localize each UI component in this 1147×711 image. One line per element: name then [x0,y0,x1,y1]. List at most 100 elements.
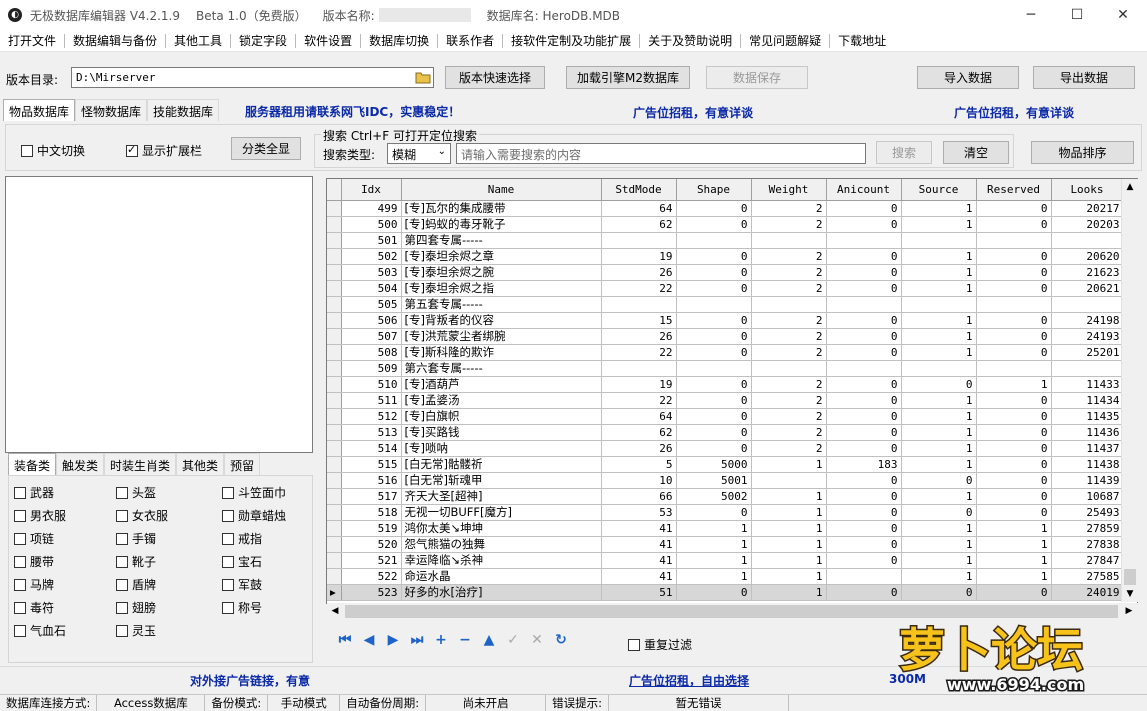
search-button[interactable]: 搜索 [876,141,932,164]
table-cell[interactable]: 517 [341,488,402,505]
table-cell[interactable]: 0 [976,264,1052,281]
table-cell[interactable]: 1 [901,520,977,537]
table-cell[interactable]: 0 [826,312,902,329]
table-cell[interactable]: 0 [676,376,752,393]
row-indicator[interactable] [327,376,342,393]
table-cell[interactable]: 505 [341,296,402,313]
category-listbox[interactable] [5,176,313,453]
menu-db-switch[interactable]: 数据库切换 [361,32,437,49]
table-row[interactable]: 516 [白无常]斩魂甲 10 5001 0 0 0 11439 [327,472,1124,489]
table-cell[interactable]: 0 [676,216,752,233]
table-cell[interactable]: 好多的水[治疗] [401,584,602,601]
category-checkbox[interactable]: 戒指 [222,530,262,547]
table-cell[interactable] [901,232,977,249]
table-cell[interactable]: [专]唢呐 [401,440,602,457]
table-cell[interactable]: 27585 [1051,568,1124,585]
table-cell[interactable]: 510 [341,376,402,393]
table-cell[interactable]: 513 [341,424,402,441]
table-cell[interactable]: 21623 [1051,264,1124,281]
table-cell[interactable]: 0 [901,472,977,489]
menu-contact[interactable]: 联系作者 [438,32,502,49]
row-indicator[interactable] [327,536,342,553]
table-cell[interactable]: 520 [341,536,402,553]
table-cell[interactable]: 命运水晶 [401,568,602,585]
table-cell[interactable]: 1 [751,552,827,569]
table-cell[interactable]: 0 [826,552,902,569]
repeat-filter[interactable]: 重复过滤 [628,636,692,653]
table-cell[interactable] [751,472,827,489]
table-cell[interactable]: 502 [341,248,402,265]
table-cell[interactable] [826,296,902,313]
table-cell[interactable]: 0 [676,200,752,217]
category-checkbox[interactable]: 武器 [14,484,54,501]
table-cell[interactable]: 11436 [1051,424,1124,441]
table-cell[interactable]: 53 [601,504,677,521]
table-cell[interactable]: 1 [751,504,827,521]
table-cell[interactable]: 512 [341,408,402,425]
row-indicator[interactable] [327,472,342,489]
category-checkbox[interactable]: 腰带 [14,553,54,570]
table-cell[interactable] [826,232,902,249]
table-cell[interactable]: 25201 [1051,344,1124,361]
table-cell[interactable]: 518 [341,504,402,521]
column-header[interactable]: Shape [676,179,752,201]
table-cell[interactable]: [专]泰坦余烬之章 [401,248,602,265]
table-cell[interactable]: 2 [751,424,827,441]
table-cell[interactable]: 1 [901,408,977,425]
row-indicator[interactable] [327,504,342,521]
table-cell[interactable]: 第六套专属----- [401,360,602,377]
table-cell[interactable]: 1 [976,568,1052,585]
table-cell[interactable]: 鸿你太美↘坤坤 [401,520,602,537]
category-checkbox[interactable]: 女衣服 [116,507,168,524]
table-cell[interactable]: 1 [676,536,752,553]
table-cell[interactable]: 0 [976,472,1052,489]
table-cell[interactable] [826,568,902,585]
table-cell[interactable]: 1 [751,568,827,585]
row-indicator[interactable] [327,312,342,329]
table-row[interactable]: 499 [专]瓦尔的集成腰带 64 0 2 0 1 0 20217 [327,200,1124,217]
table-cell[interactable]: [专]瓦尔的集成腰带 [401,200,602,217]
scroll-left-icon[interactable]: ◀ [327,603,343,620]
item-sort-button[interactable]: 物品排序 [1031,141,1134,164]
table-cell[interactable] [976,360,1052,377]
table-row[interactable]: ▸ 523 好多的水[治疗] 51 0 1 0 0 0 24019 [327,584,1124,601]
tab-fashion[interactable]: 时装生肖类 [104,453,177,475]
table-cell[interactable] [1051,296,1124,313]
insert-record-icon[interactable]: + [429,632,453,648]
table-cell[interactable]: 0 [976,312,1052,329]
table-cell[interactable]: 0 [826,488,902,505]
table-cell[interactable]: 2 [751,440,827,457]
table-cell[interactable]: 11435 [1051,408,1124,425]
column-header[interactable]: Weight [751,179,827,201]
table-cell[interactable]: [白无常]斩魂甲 [401,472,602,489]
table-cell[interactable]: 0 [826,264,902,281]
row-indicator[interactable] [327,568,342,585]
table-cell[interactable]: 1 [901,344,977,361]
table-cell[interactable]: [专]泰坦余烬之腕 [401,264,602,281]
table-cell[interactable]: 62 [601,424,677,441]
table-cell[interactable]: 0 [826,216,902,233]
table-cell[interactable]: 2 [751,408,827,425]
table-cell[interactable]: 183 [826,456,902,473]
table-cell[interactable]: 无视一切BUFF[魔方] [401,504,602,521]
table-row[interactable]: 520 怨气熊猫の独舞 41 1 1 0 1 1 27838 [327,536,1124,553]
table-cell[interactable]: 64 [601,200,677,217]
category-checkbox[interactable]: 毒符 [14,599,54,616]
table-cell[interactable]: 1 [676,520,752,537]
bottom-ad-middle[interactable]: 广告位招租，自由选择 [629,672,749,689]
table-cell[interactable]: 1 [976,376,1052,393]
dir-input[interactable]: D:\Mirserver [71,67,434,88]
table-cell[interactable]: 511 [341,392,402,409]
edit-record-icon[interactable]: ▲ [477,632,501,648]
save-data-button[interactable]: 数据保存 [706,66,808,89]
table-cell[interactable]: 5000 [676,456,752,473]
table-cell[interactable]: 24198 [1051,312,1124,329]
table-cell[interactable]: 0 [676,504,752,521]
table-cell[interactable]: 19 [601,376,677,393]
table-cell[interactable]: 2 [751,200,827,217]
table-row[interactable]: 522 命运水晶 41 1 1 1 1 27585 [327,568,1124,585]
row-indicator[interactable] [327,440,342,457]
table-cell[interactable]: 1 [976,520,1052,537]
quick-select-button[interactable]: 版本快速选择 [445,66,545,89]
table-cell[interactable]: 0 [676,584,752,601]
